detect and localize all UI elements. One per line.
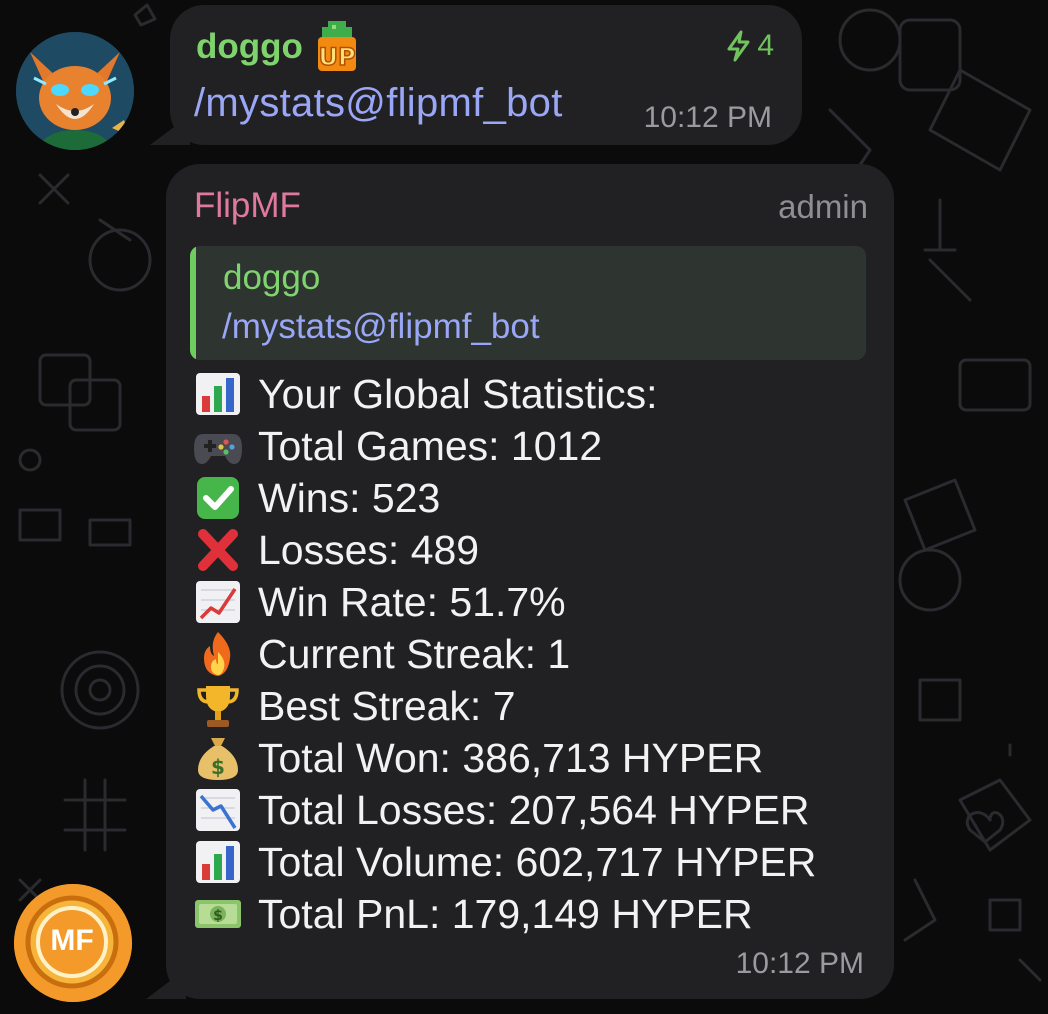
game-controller-icon	[190, 422, 246, 470]
command-link[interactable]: /mystats@flipmf_bot	[194, 81, 563, 126]
cross-mark-icon	[190, 526, 246, 574]
stat-text: Your Global Statistics:	[258, 370, 658, 417]
reply-sender-name: doggo	[223, 258, 321, 297]
message-time: 10:12 PM	[643, 101, 772, 134]
svg-text:UP: UP	[318, 43, 355, 71]
stat-line: Best Streak: 7	[190, 680, 816, 732]
message-bubble-stats[interactable]: FlipMF admin doggo /mystats@flipmf_bot Y…	[166, 164, 894, 999]
fox-icon	[16, 32, 134, 150]
stats-list: Your Global Statistics: Total Games: 101…	[190, 368, 816, 940]
reply-text: /mystats@flipmf_bot	[222, 307, 540, 346]
chart-decreasing-icon	[190, 786, 246, 834]
stat-line: Total Losses: 207,564 HYPER	[190, 784, 816, 836]
stat-text: Losses: 489	[258, 526, 480, 573]
lightning-icon	[727, 30, 750, 62]
stat-text: Current Streak: 1	[258, 630, 571, 677]
stat-text: Total Volume: 602,717 HYPER	[258, 838, 817, 885]
fire-icon	[190, 630, 246, 678]
stat-line: Current Streak: 1	[190, 628, 816, 680]
stat-text: Total Losses: 207,564 HYPER	[258, 786, 810, 833]
bot-sender-name[interactable]: FlipMF	[194, 186, 301, 226]
mf-logo-text: MF	[50, 924, 94, 957]
trophy-icon	[190, 682, 246, 730]
stat-line: $ Total Won: 386,713 HYPER	[190, 732, 816, 784]
money-bag-icon: $	[190, 734, 246, 782]
stat-text: Wins: 523	[258, 474, 441, 521]
message-time: 10:12 PM	[735, 947, 864, 980]
stat-text: Win Rate: 51.7%	[258, 578, 566, 625]
stat-line: Total Games: 1012	[190, 420, 816, 472]
stat-text: Best Streak: 7	[258, 682, 516, 729]
doggo-avatar[interactable]	[16, 32, 134, 150]
message-bubble-command[interactable]: doggo UP 4 /mystats@flipmf_bot 10:12 PM	[170, 5, 802, 145]
stat-line: Total Volume: 602,717 HYPER	[190, 836, 816, 888]
stat-line: Losses: 489	[190, 524, 816, 576]
stat-line: Win Rate: 51.7%	[190, 576, 816, 628]
chart-increasing-icon	[190, 578, 246, 626]
bar-chart-icon	[190, 370, 246, 418]
stat-text: Total Won: 386,713 HYPER	[258, 734, 764, 781]
stat-text: Total Games: 1012	[258, 422, 603, 469]
flipmf-avatar[interactable]: MF	[14, 884, 132, 1002]
bar-chart-icon	[190, 838, 246, 886]
admin-tag: admin	[778, 188, 868, 225]
sender-name[interactable]: doggo	[196, 27, 303, 67]
boost-indicator[interactable]: 4	[725, 29, 774, 63]
stat-line: Wins: 523	[190, 472, 816, 524]
stat-text: Total PnL: 179,149 HYPER	[258, 890, 753, 937]
reply-quote[interactable]: doggo /mystats@flipmf_bot	[190, 246, 866, 360]
dollar-banknote-icon: $	[190, 890, 246, 938]
reply-accent-bar	[190, 246, 196, 360]
stat-line: Your Global Statistics:	[190, 368, 816, 420]
svg-text:$: $	[211, 755, 225, 779]
check-mark-icon	[190, 474, 246, 522]
boost-count: 4	[757, 29, 774, 62]
up-badge-icon: UP	[318, 21, 356, 72]
stat-line: $ Total PnL: 179,149 HYPER	[190, 888, 816, 940]
svg-text:$: $	[213, 908, 223, 924]
